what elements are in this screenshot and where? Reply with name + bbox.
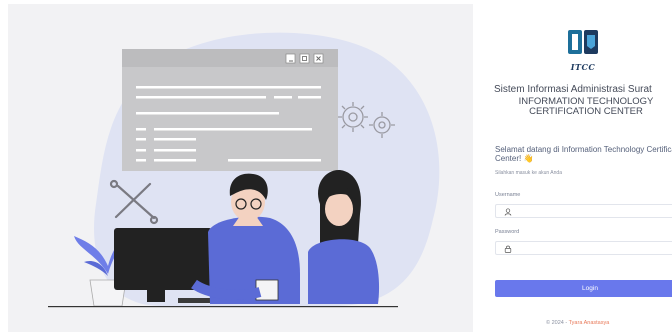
user-icon [504, 208, 512, 216]
username-field[interactable] [495, 204, 672, 218]
lock-icon [504, 245, 512, 253]
login-panel: ITCC Sistem Informasi Administrasi Surat… [480, 0, 672, 335]
password-field[interactable] [495, 241, 672, 255]
itcc-logo-icon [568, 30, 598, 54]
organization-name: INFORMATION TECHNOLOGY CERTIFICATION CEN… [518, 96, 654, 117]
password-label: Password [495, 229, 520, 235]
browser-window-graphic [122, 49, 338, 171]
username-label: Username [495, 192, 521, 198]
logo-text: ITCC [570, 62, 596, 72]
app-title: Sistem Informasi Administrasi Surat [494, 84, 652, 95]
welcome-text: Selamat datang di Information Technology… [495, 145, 672, 163]
username-input[interactable] [514, 206, 664, 216]
copyright-text: © 2024 - [546, 320, 568, 326]
team-working-illustration [48, 32, 440, 308]
welcome-message: Selamat datang di Information Technology… [495, 145, 672, 163]
waving-hand-icon: 👋 [523, 154, 534, 163]
author-link[interactable]: Tyara Anastasya [569, 320, 610, 326]
login-button[interactable]: Login [495, 280, 672, 297]
footer: © 2024 - Tyara Anastasya [546, 320, 609, 326]
password-input[interactable] [514, 243, 664, 253]
illustration-panel [8, 4, 473, 332]
login-hint: Silahkan masuk ke akun Anda [495, 170, 562, 176]
